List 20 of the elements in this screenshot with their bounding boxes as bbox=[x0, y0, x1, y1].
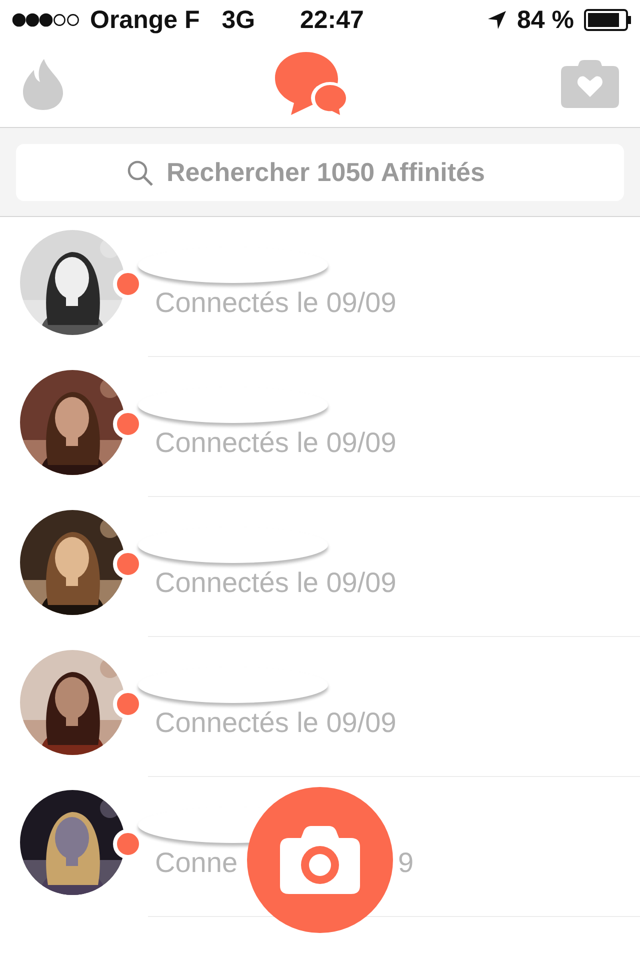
battery-icon bbox=[584, 9, 632, 31]
search-field[interactable]: Rechercher 1050 Affinités bbox=[16, 144, 624, 201]
last-seen-text: Connectés le 09/09 bbox=[155, 567, 396, 599]
last-seen-text: Connectés le 09/09 bbox=[155, 707, 396, 739]
location-arrow-icon bbox=[487, 10, 508, 30]
last-seen-text: Connectés le 09/09 bbox=[155, 427, 396, 459]
flame-icon bbox=[22, 58, 64, 110]
camera-icon bbox=[279, 825, 361, 895]
battery-percentage: 84 % bbox=[517, 6, 574, 34]
last-seen-text: 9 bbox=[398, 847, 414, 879]
flame-tab[interactable] bbox=[22, 58, 64, 110]
carrier-name: Orange F bbox=[90, 6, 200, 34]
signal-icon bbox=[12, 13, 80, 27]
network-type: 3G bbox=[222, 6, 256, 34]
camera-heart-icon bbox=[560, 58, 620, 108]
clock-time: 22:47 bbox=[300, 6, 364, 34]
camera-tab[interactable] bbox=[560, 58, 620, 108]
search-icon bbox=[126, 160, 152, 186]
last-seen-text: Connectés le 09/09 bbox=[155, 287, 396, 319]
last-seen-text: Conne bbox=[155, 847, 238, 879]
